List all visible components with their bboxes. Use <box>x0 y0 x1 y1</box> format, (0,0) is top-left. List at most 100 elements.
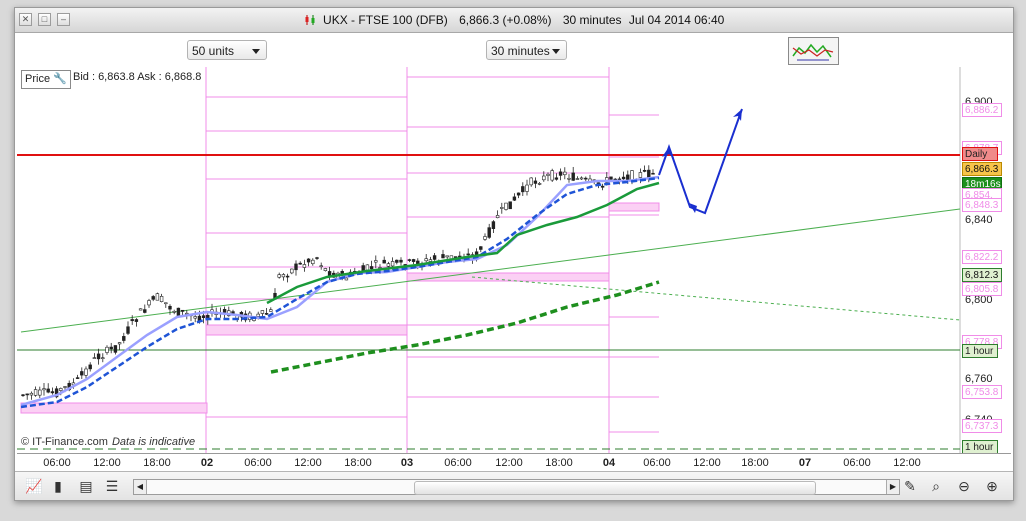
zoom-fit-icon[interactable]: ⌕ <box>927 478 945 495</box>
candle-body <box>290 268 294 274</box>
x-tick-label: 06:00 <box>244 457 272 469</box>
candle-body <box>407 259 412 261</box>
candle-body <box>21 394 25 397</box>
candle-body <box>168 305 172 310</box>
chart-type-icon[interactable]: 📈 <box>25 478 43 495</box>
series-label[interactable]: Price 🔧 <box>21 70 71 89</box>
candle-body <box>59 388 63 391</box>
chevron-down-icon <box>552 49 560 54</box>
candle-body <box>428 259 433 262</box>
candle-body <box>285 275 290 278</box>
candle-body <box>323 268 328 272</box>
disclaimer-text: Data is indicative <box>111 436 196 448</box>
x-tick-label: 18:00 <box>344 457 372 469</box>
chart-area[interactable]: 6,9006,8406,8006,7606,740 Price 🔧 Bid : … <box>17 67 1011 454</box>
candle-body <box>38 389 42 396</box>
scroll-right-icon[interactable]: ▶ <box>886 480 899 494</box>
candle-body <box>277 274 281 278</box>
y-tick-label: 6,760 <box>965 373 993 385</box>
candle-body <box>386 263 391 267</box>
print-icon[interactable]: ▤ <box>77 478 95 495</box>
candle-body <box>512 196 517 201</box>
candle-body <box>411 259 416 262</box>
price-box: 6,886.2 <box>962 103 1002 117</box>
candle-body <box>134 319 139 322</box>
trend-study-button[interactable] <box>788 37 839 65</box>
studies-icon[interactable]: ☰ <box>103 478 121 495</box>
candle-body <box>479 246 483 250</box>
candle-body <box>466 253 470 256</box>
candle-body <box>29 392 34 396</box>
title-bar: ✕ □ – UKX - FTSE 100 (DFB) 6,866.3 (+0.0… <box>15 8 1013 33</box>
candle-body <box>138 308 143 311</box>
candle-body <box>269 309 273 312</box>
x-tick-label: 02 <box>200 457 214 469</box>
candle-body <box>122 336 126 341</box>
candle-body <box>302 264 307 268</box>
candle-body <box>521 186 525 193</box>
x-axis: 06:00 12:00 18:00 02 06:00 12:00 18:00 03 06:00 1… <box>17 453 1011 472</box>
line-label: 1 hour <box>962 344 998 358</box>
zoom-out-icon[interactable]: ⊖ <box>955 478 973 495</box>
candle-body <box>516 192 521 196</box>
bottom-toolbar: 📈 ▮ ▤ ☰ ◀ ▶ ✎ ⌕ ⊖ ⊕ <box>15 471 1013 500</box>
candle-body <box>487 227 491 238</box>
price-box: 6,805.8 <box>962 282 1002 296</box>
candle-body <box>647 169 651 178</box>
candle-body <box>256 313 260 317</box>
candle-body <box>651 172 655 175</box>
copyright-text: © IT-Finance.com <box>21 436 108 448</box>
candle-body <box>147 300 151 306</box>
line-label: Daily <box>962 147 998 161</box>
candle-body <box>554 177 559 180</box>
price-box: 6,848.3 <box>962 198 1002 212</box>
candle-body <box>579 177 584 180</box>
candle-body <box>609 176 613 180</box>
interval-label: 30 minutes <box>562 13 622 27</box>
units-select-value: 50 units <box>192 44 235 58</box>
candle-body <box>281 274 286 278</box>
candle-body <box>109 346 113 350</box>
x-tick-label: 06:00 <box>643 457 671 469</box>
forecast-path[interactable] <box>658 108 743 215</box>
candle-body <box>432 255 437 260</box>
candle-body <box>164 302 168 305</box>
bid-ask: Bid : 6,863.8 Ask : 6,868.8 <box>73 71 202 83</box>
candle-body <box>369 266 374 270</box>
candle-body <box>546 173 550 176</box>
price-box: 6,866.3 <box>962 162 1002 176</box>
scroll-left-icon[interactable]: ◀ <box>134 480 147 494</box>
scroll-thumb[interactable] <box>414 481 816 495</box>
candle-body <box>46 388 50 393</box>
candle-body <box>306 258 311 263</box>
candle-body <box>92 357 97 359</box>
x-tick-label: 04 <box>602 457 616 469</box>
chart-scrollbar[interactable]: ◀ ▶ <box>133 479 900 495</box>
candle-body <box>571 172 575 181</box>
candle-body <box>117 342 122 345</box>
x-tick-label: 12:00 <box>495 457 523 469</box>
interval-select[interactable]: 30 minutes <box>486 40 567 60</box>
candle-body <box>50 391 55 394</box>
candle-body <box>159 296 164 302</box>
candle-body <box>491 221 496 229</box>
chart-window: ✕ □ – UKX - FTSE 100 (DFB) 6,866.3 (+0.0… <box>14 7 1014 501</box>
wrench-icon[interactable]: 🔧 <box>53 73 67 85</box>
zoom-in-icon[interactable]: ⊕ <box>983 478 1001 495</box>
candle-body <box>75 377 80 379</box>
candle-body <box>201 315 206 319</box>
candle-body <box>390 261 395 267</box>
interval-select-value: 30 minutes <box>491 44 550 58</box>
candlestick-icon[interactable]: ▮ <box>49 478 67 495</box>
pencil-icon[interactable]: ✎ <box>901 478 919 495</box>
candle-body <box>365 264 370 271</box>
candle-body <box>567 177 571 180</box>
candle-body <box>315 257 319 259</box>
candle-body <box>193 316 197 319</box>
toolbar: 50 units 30 minutes <box>15 33 1013 67</box>
x-tick-label: 07 <box>798 457 812 469</box>
candle-body <box>176 307 181 317</box>
candle-body <box>563 171 567 176</box>
units-select[interactable]: 50 units <box>187 40 267 60</box>
window-title: UKX - FTSE 100 (DFB) 6,866.3 (+0.08%) 30… <box>15 13 1013 27</box>
